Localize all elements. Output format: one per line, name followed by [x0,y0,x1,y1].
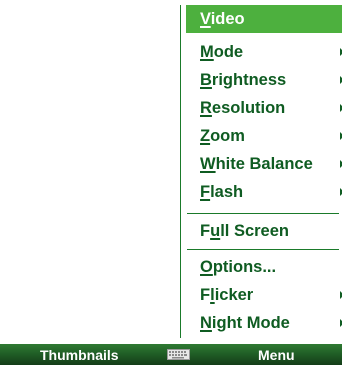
menu-softkey[interactable]: Menu [258,344,295,365]
menu-item-mode[interactable]: Mode [186,38,342,66]
popup-menu: Video Mode Brightness Resolution Zoom Wh… [180,5,342,338]
menu-item-video[interactable]: Video [186,5,342,33]
keyboard-icon[interactable] [167,349,190,360]
softkey-bar: Thumbnails Menu [0,344,342,365]
menu-item-resolution[interactable]: Resolution [186,94,342,122]
menu-item-brightness[interactable]: Brightness [186,66,342,94]
menu-item-options[interactable]: Options... [186,253,342,281]
menu-item-white-balance[interactable]: White Balance [186,150,342,178]
thumbnails-softkey[interactable]: Thumbnails [40,344,119,365]
menu-item-full-screen[interactable]: Full Screen [186,217,342,245]
menu-item-zoom[interactable]: Zoom [186,122,342,150]
menu-item-flicker[interactable]: Flicker [186,281,342,309]
menu-separator [187,249,339,250]
menu-separator [187,213,339,214]
menu-item-flash[interactable]: Flash [186,178,342,206]
menu-item-night-mode[interactable]: Night Mode [186,309,342,337]
